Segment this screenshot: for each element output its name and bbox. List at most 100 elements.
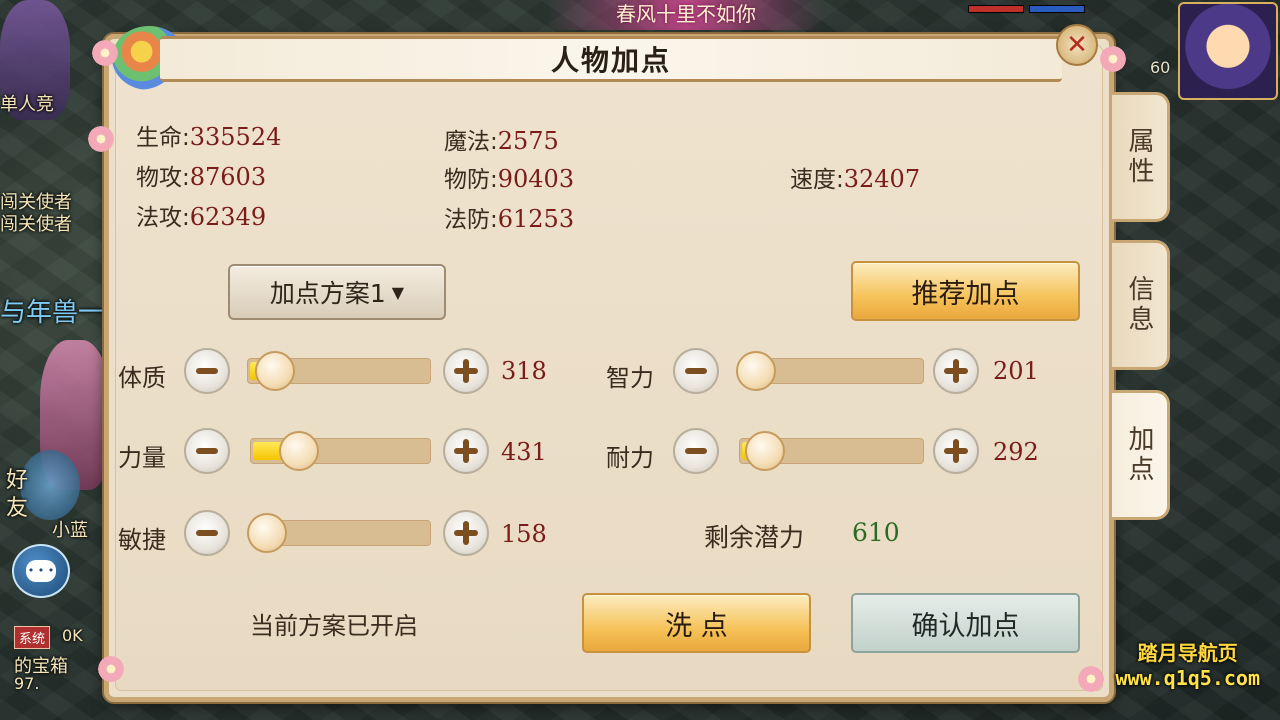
constitution-slider[interactable] <box>247 351 431 391</box>
confirm-points-button[interactable]: 确认加点 <box>851 593 1080 653</box>
attr-value-intelligence: 201 <box>993 357 1039 385</box>
strength-minus-button[interactable] <box>184 428 230 474</box>
close-button[interactable]: ✕ <box>1056 24 1098 66</box>
constitution-minus-button[interactable] <box>184 348 230 394</box>
stat-label: 速度: <box>790 167 844 193</box>
flower-icon <box>1098 44 1128 74</box>
intelligence-minus-button[interactable] <box>673 348 719 394</box>
slider-knob[interactable] <box>736 351 776 391</box>
stat-value: 32407 <box>843 165 921 193</box>
recommend-points-button[interactable]: 推荐加点 <box>851 261 1080 321</box>
player-portrait[interactable] <box>1178 2 1278 100</box>
stat-label: 物防: <box>444 167 498 193</box>
scene-text: 97. <box>14 674 40 693</box>
constitution-plus-button[interactable] <box>443 348 489 394</box>
minus-icon <box>196 368 218 374</box>
flower-icon <box>96 654 126 684</box>
endurance-plus-button[interactable] <box>933 428 979 474</box>
scene-banner: 春风十里不如你 <box>548 0 824 30</box>
close-icon: ✕ <box>1066 30 1088 60</box>
stat-label: 物攻: <box>136 165 190 191</box>
tab-attributes[interactable]: 属性 <box>1112 92 1170 222</box>
mp-bar <box>1029 5 1086 13</box>
attr-label-endurance: 耐力 <box>606 444 654 472</box>
plus-icon <box>454 439 478 463</box>
flower-icon <box>1076 664 1106 694</box>
stat-magic-defense: 法防:61253 <box>444 200 574 234</box>
intelligence-slider[interactable] <box>736 351 924 391</box>
stat-label: 法攻: <box>136 205 190 231</box>
slider-knob[interactable] <box>255 351 296 391</box>
flower-icon <box>86 124 116 154</box>
stat-value: 61253 <box>497 205 575 233</box>
watermark-title: 踏月导航页 <box>1137 641 1238 665</box>
scene-text: 小蓝 <box>52 520 88 541</box>
attr-value-endurance: 292 <box>993 438 1039 466</box>
status-bars <box>968 2 1168 21</box>
agility-minus-button[interactable] <box>184 510 230 556</box>
stat-value: 90403 <box>497 165 575 193</box>
wash-points-button[interactable]: 洗 点 <box>582 593 811 653</box>
chat-icon <box>26 560 56 582</box>
scene-text: 0K <box>62 626 83 645</box>
attr-label-strength: 力量 <box>118 444 166 472</box>
stat-physical-defense: 物防:90403 <box>444 160 574 194</box>
attr-label-constitution: 体质 <box>118 364 166 392</box>
plus-icon <box>454 359 478 383</box>
player-level: 60 <box>1150 58 1171 77</box>
chat-button[interactable] <box>12 544 70 598</box>
stat-value: 62349 <box>189 203 267 231</box>
stat-value: 87603 <box>189 163 267 191</box>
intelligence-plus-button[interactable] <box>933 348 979 394</box>
tab-info[interactable]: 信息 <box>1112 240 1170 370</box>
plan-dropdown[interactable]: 加点方案1 ▼ <box>228 264 446 320</box>
remaining-potential-label: 剩余潜力 <box>704 523 805 552</box>
scene-text: 单人竞 <box>0 94 54 115</box>
stat-label: 生命: <box>136 125 190 151</box>
stat-magic-attack: 法攻:62349 <box>136 198 266 232</box>
stat-label: 法防: <box>444 207 498 233</box>
hp-bar <box>968 5 1024 13</box>
slider-knob[interactable] <box>247 513 287 553</box>
endurance-minus-button[interactable] <box>673 428 719 474</box>
chevron-down-icon: ▼ <box>391 282 405 302</box>
attr-value-agility: 158 <box>501 520 547 548</box>
stat-hp: 生命:335524 <box>136 118 281 152</box>
minus-icon <box>196 448 218 454</box>
minus-icon <box>685 368 707 374</box>
minus-icon <box>196 530 218 536</box>
stat-label: 魔法: <box>444 129 498 155</box>
slider-knob[interactable] <box>278 431 319 471</box>
strength-plus-button[interactable] <box>443 428 489 474</box>
plan-dropdown-label: 加点方案1 <box>269 279 386 308</box>
attr-label-intelligence: 智力 <box>606 364 654 392</box>
scene-text: 友 <box>6 496 29 521</box>
remaining-potential-value: 610 <box>852 518 900 547</box>
stat-value: 2575 <box>497 127 559 155</box>
flower-icon <box>90 38 120 68</box>
title-bar: 人物加点 <box>160 36 1062 82</box>
minus-icon <box>685 448 707 454</box>
window-title: 人物加点 <box>550 44 671 77</box>
endurance-slider[interactable] <box>739 431 924 471</box>
plan-status-text: 当前方案已开启 <box>250 612 418 640</box>
system-tag: 系统 <box>14 626 51 649</box>
background-character <box>20 450 80 520</box>
stat-mp: 魔法:2575 <box>444 122 559 156</box>
attr-value-constitution: 318 <box>501 357 547 385</box>
watermark: 踏月导航页 www.q1q5.com <box>1116 637 1261 690</box>
tab-add-points[interactable]: 加点 <box>1112 390 1170 520</box>
plus-icon <box>454 521 478 545</box>
watermark-url: www.q1q5.com <box>1115 666 1261 690</box>
scene-text: 闯关使者 <box>0 214 72 235</box>
attr-value-strength: 431 <box>501 438 547 466</box>
stat-speed: 速度:32407 <box>790 160 920 194</box>
strength-slider[interactable] <box>250 431 431 471</box>
scene-text: 与年兽一 <box>0 298 105 328</box>
agility-plus-button[interactable] <box>443 510 489 556</box>
plus-icon <box>944 359 968 383</box>
plus-icon <box>944 439 968 463</box>
stat-value: 335524 <box>189 123 282 151</box>
attr-label-agility: 敏捷 <box>118 526 166 554</box>
agility-slider[interactable] <box>247 513 431 553</box>
